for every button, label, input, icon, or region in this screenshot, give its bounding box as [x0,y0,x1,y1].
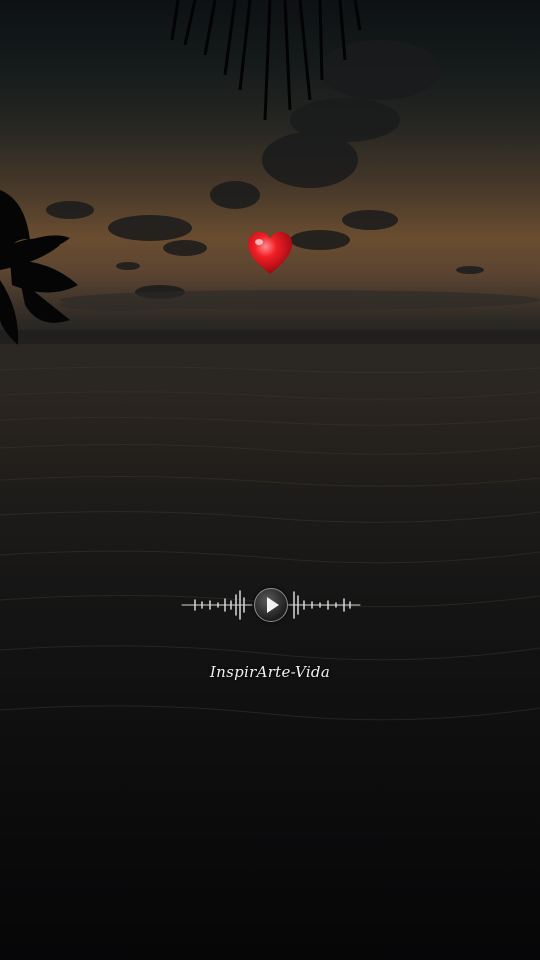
watermark-text: InspirArte-Vida [209,663,331,681]
audio-player [180,586,360,624]
scene-overlay [0,0,540,721]
video-frame: InspirArte-Vida [0,0,540,960]
play-icon [267,597,279,613]
heart-icon [247,231,293,274]
play-button[interactable] [254,588,288,622]
